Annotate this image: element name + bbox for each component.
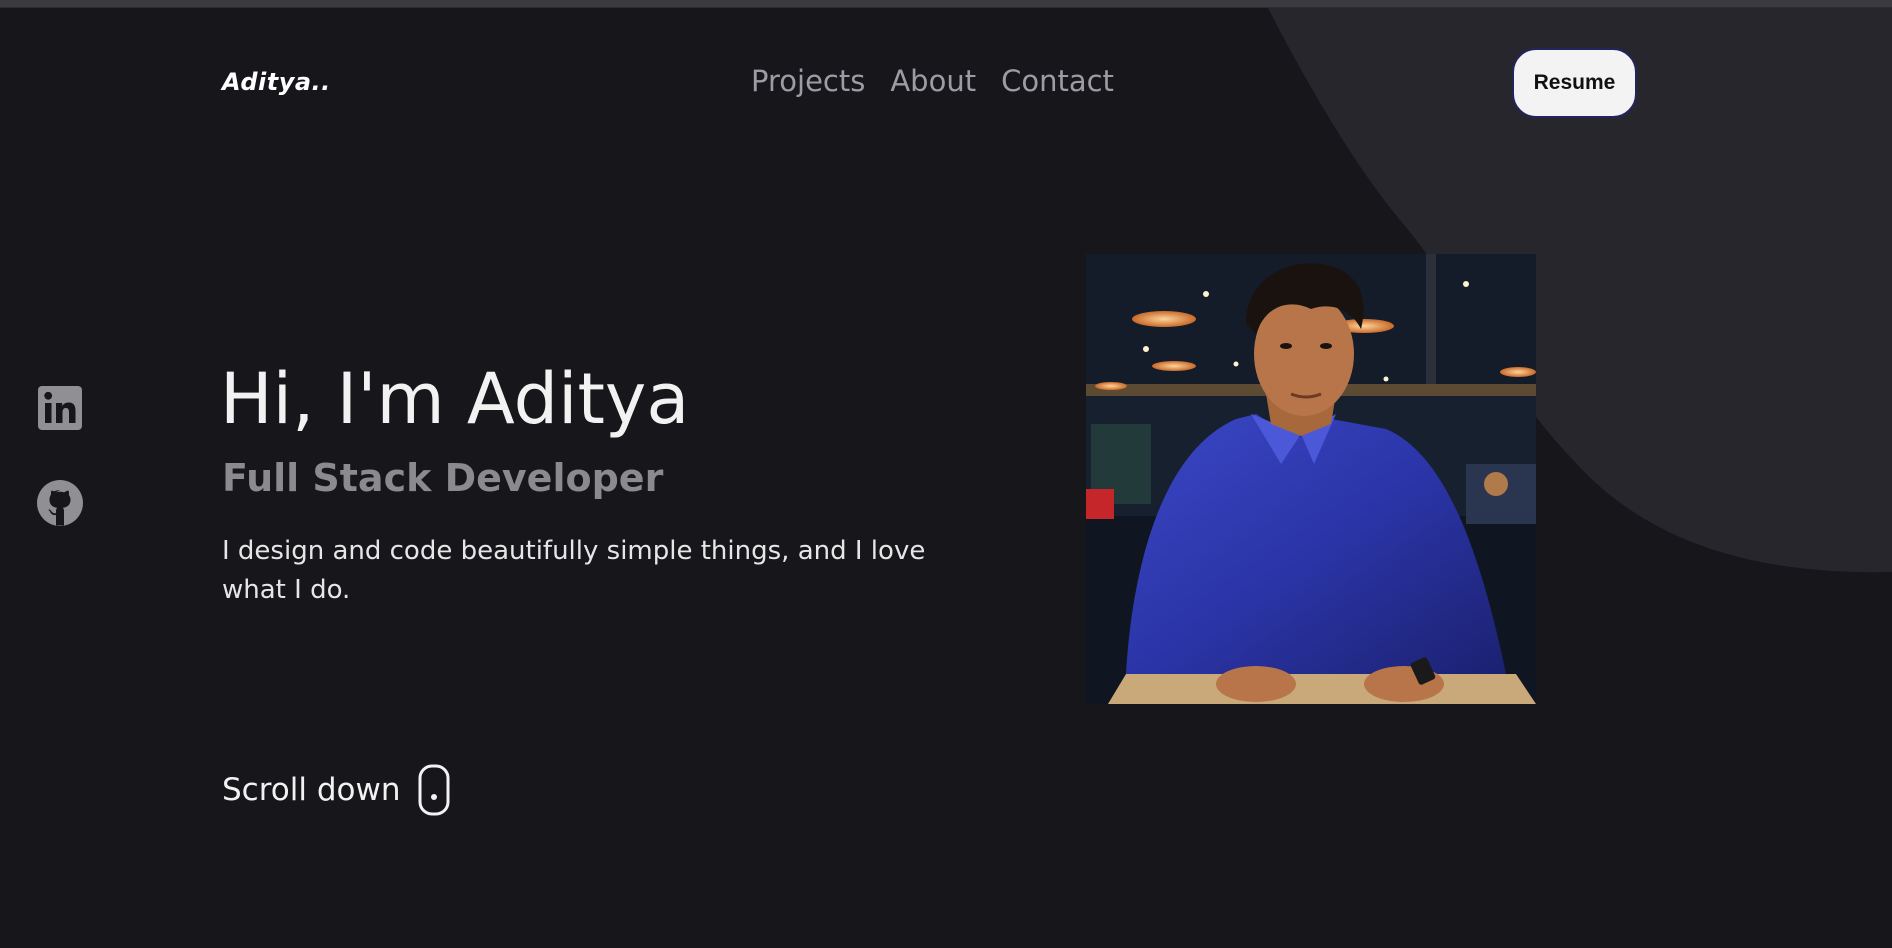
- window-top-border: [0, 0, 1892, 8]
- nav-link-about[interactable]: About: [890, 64, 976, 98]
- nav-link-contact[interactable]: Contact: [1001, 64, 1114, 98]
- github-icon[interactable]: [36, 479, 84, 527]
- profile-photo: [1086, 254, 1536, 704]
- site-logo[interactable]: Aditya..: [222, 68, 331, 96]
- nav-link-projects[interactable]: Projects: [751, 64, 865, 98]
- resume-button[interactable]: Resume: [1512, 48, 1637, 118]
- main-nav: Projects About Contact: [751, 64, 1114, 98]
- portfolio-page: Aditya.. Projects About Contact Resume H…: [0, 0, 1892, 948]
- hero-title: Hi, I'm Aditya: [220, 358, 690, 440]
- hero-description: I design and code beautifully simple thi…: [222, 536, 926, 605]
- scroll-down-link[interactable]: Scroll down: [222, 764, 450, 816]
- hero-subtitle: Full Stack Developer: [222, 456, 664, 500]
- linkedin-icon[interactable]: [36, 384, 84, 432]
- mouse-scroll-icon: [418, 764, 450, 816]
- scroll-down-label: Scroll down: [222, 772, 401, 808]
